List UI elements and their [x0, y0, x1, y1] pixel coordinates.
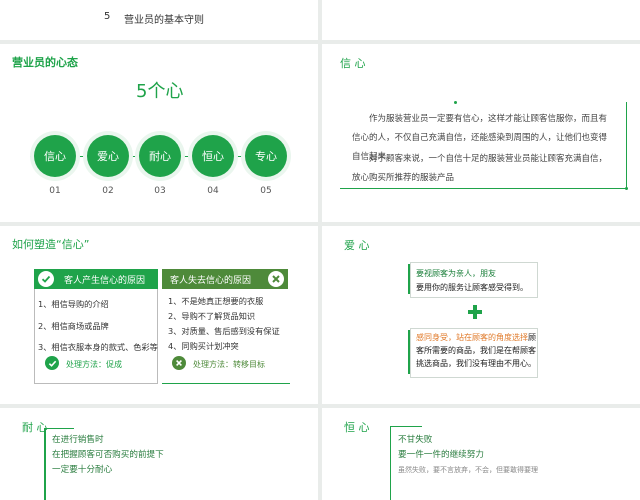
slide-build-confidence[interactable]: 如何塑造“信心” 客人产生信心的原因 客人失去信心的原因 1、相信导购的介绍 2… — [0, 226, 318, 404]
left-reason-list: 1、相信导购的介绍 2、相信商场或品牌 3、相信衣服本身的款式、色彩等 — [38, 294, 160, 359]
number-label: 05 — [260, 186, 272, 196]
left-header-label: 客人产生信心的原因 — [64, 276, 146, 286]
frame-dot-right — [625, 187, 628, 190]
slide-perseverance[interactable]: 恒 心 不甘失败 要一件一件的继续努力 虽然失败，要不言放弃，不会，但要敢得要理 — [322, 408, 640, 500]
number-label: 03 — [154, 186, 166, 196]
slide-title: 恒 心 — [344, 421, 370, 434]
section-index: 5 — [104, 11, 111, 22]
slide-title: 爱 心 — [344, 239, 370, 252]
section-title: 营业员的基本守则 — [124, 15, 204, 26]
cross-circle-icon — [172, 356, 186, 370]
circle-patience: 耐心 — [139, 135, 181, 177]
accent-bar-top — [390, 426, 422, 427]
list-item: 2、相信商场或品牌 — [38, 320, 109, 331]
accent-bar-top — [44, 428, 74, 429]
line-item: 在进行销售时 — [52, 435, 104, 445]
slide-mindset[interactable]: 营业员的心态 5个心 信心 爱心 耐心 恒心 专心 01 02 03 04 05 — [0, 44, 318, 222]
frame-dot-top — [454, 101, 457, 104]
top-box-line-2: 要用你的服务让顾客感受得到。 — [416, 283, 528, 292]
circle-love: 爱心 — [87, 135, 129, 177]
list-item: 4、同购买计划冲突 — [168, 341, 239, 351]
right-reason-list: 1、不是她真正想要的衣服 2、导购不了解货品知识 3、对质量、售后感到没有保证 … — [168, 294, 294, 354]
top-box-corner — [408, 264, 410, 294]
circle-perseverance: 恒心 — [192, 135, 234, 177]
list-item: 3、相信衣服本身的款式、色彩等 — [38, 342, 158, 352]
accent-bar — [390, 426, 391, 500]
left-method: 处理方法：促成 — [66, 360, 122, 369]
slide-basic-rules[interactable]: 5 营业员的基本守则 — [0, 0, 318, 40]
bottom-box-highlight: 感同身受，站在顾客的角度选择 — [416, 333, 528, 342]
line-item: 在把握顾客可否购买的前提下 — [52, 450, 164, 460]
circle-focus: 专心 — [245, 135, 287, 177]
list-item: 2、导购不了解货品知识 — [168, 311, 256, 321]
list-item: 1、相信导购的介绍 — [38, 299, 109, 309]
patience-lines: 在进行销售时 在把握顾客可否购买的前提下 一定要十分耐心 — [52, 433, 164, 478]
line-item: 不甘失败 — [398, 435, 433, 445]
slide-love[interactable]: 爱 心 要视顾客为亲人，朋友 要用你的服务让顾客感受得到。 感同身受，站在顾客的… — [322, 226, 640, 404]
list-item: 1、不是她真正想要的衣服 — [168, 296, 264, 306]
check-circle-icon — [45, 356, 59, 370]
line-item: 一定要十分耐心 — [52, 465, 113, 475]
line-item: 虽然失败，要不言放弃，不会，但要敢得要理 — [398, 466, 538, 474]
check-icon — [38, 271, 54, 287]
accent-bar — [44, 428, 46, 500]
slide-title: 营业员的心态 — [12, 56, 78, 69]
right-method: 处理方法：转移目标 — [193, 360, 265, 369]
slide-patience[interactable]: 耐 心 在进行销售时 在把握顾客可否购买的前提下 一定要十分耐心 — [0, 408, 318, 500]
number-label: 04 — [207, 186, 219, 196]
line-item: 要一件一件的继续努力 — [398, 450, 484, 460]
slide-confidence[interactable]: 信 心 作为服装营业员一定要有信心，这样才能让顾客信服你，而且有信心的人，不仅自… — [322, 44, 640, 222]
bottom-box-corner — [408, 330, 410, 374]
plus-icon — [468, 305, 482, 319]
cross-icon — [268, 271, 284, 287]
slide-title: 信 心 — [340, 57, 366, 70]
list-item: 3、对质量、售后感到没有保证 — [168, 326, 280, 336]
bottom-box-text: 感同身受，站在顾客的角度选择顾客所需要的商品，我们是在帮顾客挑选商品，我们没有理… — [416, 331, 538, 370]
confidence-paragraph-2: 对于顾客来说，一个自信十足的服装营业员能让顾客充满自信，放心购买所推荐的服装产品 — [352, 154, 608, 183]
top-box-line-1: 要视顾客为亲人，朋友 — [416, 269, 496, 278]
slide-title: 如何塑造“信心” — [12, 238, 90, 251]
circle-confidence: 信心 — [34, 135, 76, 177]
perseverance-lines: 不甘失败 要一件一件的继续努力 虽然失败，要不言放弃，不会，但要敢得要理 — [398, 433, 538, 478]
five-hearts-heading: 5个心 — [136, 81, 184, 102]
right-column-underline — [162, 383, 290, 384]
number-label: 02 — [102, 186, 114, 196]
number-label: 01 — [49, 186, 61, 196]
right-header-label: 客人失去信心的原因 — [170, 276, 252, 286]
slide-blank-top[interactable] — [322, 0, 640, 40]
